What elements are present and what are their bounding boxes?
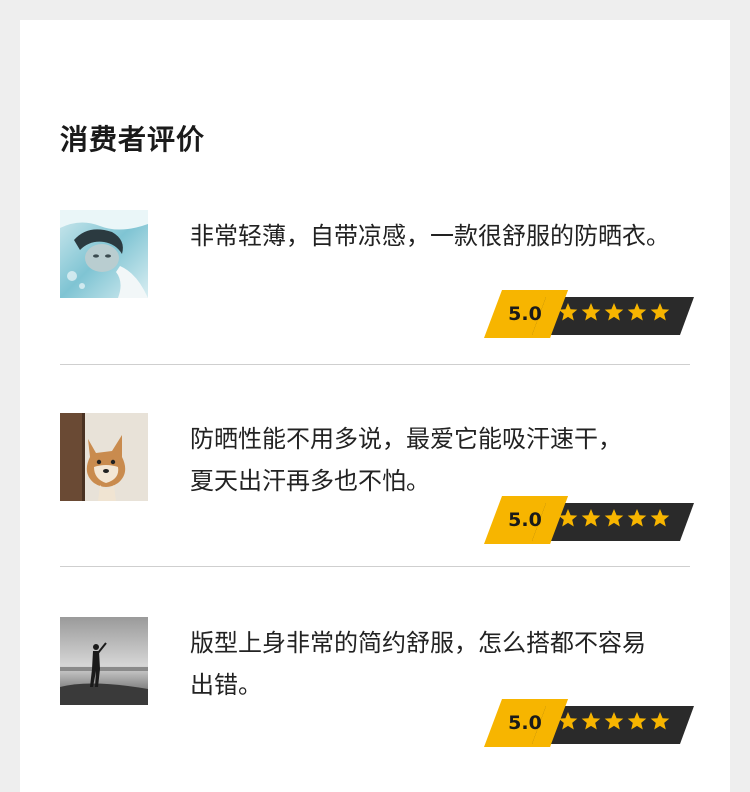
star-icon <box>604 509 624 527</box>
review-line: 防晒性能不用多说，最爱它能吸汗速干， <box>190 425 622 453</box>
review-text: 版型上身非常的简约舒服，怎么搭都不容易 出错。 <box>190 622 700 706</box>
star-icon <box>650 303 670 321</box>
star-icon <box>627 303 647 321</box>
person-on-beach-avatar <box>60 617 148 705</box>
review-line: 出错。 <box>190 671 262 699</box>
shiba-dog-avatar <box>60 413 148 501</box>
star-icon <box>650 509 670 527</box>
star-icon <box>558 712 578 730</box>
review-text: 非常轻薄，自带凉感，一款很舒服的防晒衣。 <box>190 215 700 257</box>
review-item: 版型上身非常的简约舒服，怎么搭都不容易 出错。 5.0 <box>60 617 694 747</box>
star-icon <box>581 303 601 321</box>
star-icon <box>558 509 578 527</box>
star-rating <box>558 711 670 733</box>
star-icon <box>581 712 601 730</box>
star-icon <box>604 303 624 321</box>
rating-badge: 5.0 <box>484 699 694 747</box>
divider <box>60 364 690 365</box>
rating-score: 5.0 <box>508 712 542 734</box>
review-line: 版型上身非常的简约舒服，怎么搭都不容易 <box>190 629 646 657</box>
review-text: 防晒性能不用多说，最爱它能吸汗速干， 夏天出汗再多也不怕。 <box>190 418 700 502</box>
review-line: 非常轻薄，自带凉感，一款很舒服的防晒衣。 <box>190 222 670 250</box>
star-icon <box>558 303 578 321</box>
review-item: 防晒性能不用多说，最爱它能吸汗速干， 夏天出汗再多也不怕。 5.0 <box>60 413 694 544</box>
divider <box>60 566 690 567</box>
star-icon <box>627 509 647 527</box>
rating-score: 5.0 <box>508 509 542 531</box>
star-icon <box>581 509 601 527</box>
star-rating <box>558 508 670 530</box>
rating-badge: 5.0 <box>484 496 694 544</box>
review-line: 夏天出汗再多也不怕。 <box>190 467 430 495</box>
star-icon <box>650 712 670 730</box>
reviews-card: 消费者评价 非常轻薄，自带凉感，一款很舒服的防晒衣。 5.0 防晒性能不用多说，… <box>20 20 730 792</box>
review-item: 非常轻薄，自带凉感，一款很舒服的防晒衣。 5.0 <box>60 210 694 338</box>
section-title: 消费者评价 <box>60 123 206 156</box>
star-icon <box>604 712 624 730</box>
underwater-portrait-avatar <box>60 210 148 298</box>
rating-score: 5.0 <box>508 303 542 325</box>
star-icon <box>627 712 647 730</box>
rating-badge: 5.0 <box>484 290 694 338</box>
star-rating <box>558 302 670 324</box>
